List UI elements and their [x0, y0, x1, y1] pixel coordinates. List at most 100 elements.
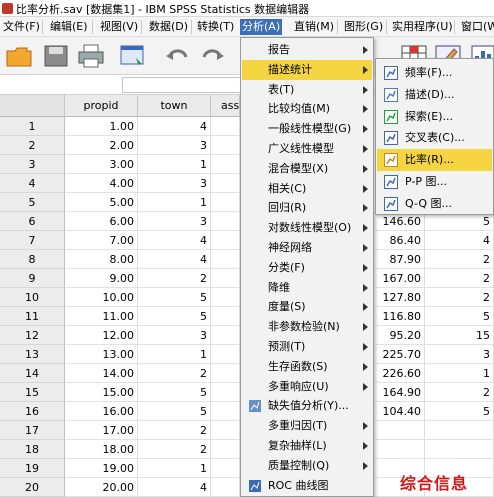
menu-data[interactable]: 数据(D)	[147, 19, 190, 35]
descriptive-submenu-item[interactable]: P-P 图...	[377, 171, 492, 193]
cell-ass[interactable]	[211, 136, 240, 155]
cell-right-a[interactable]: 164.90	[375, 383, 425, 402]
cell-right-b[interactable]: 2	[425, 250, 494, 269]
save-icon[interactable]	[42, 43, 70, 69]
analyze-menu-item[interactable]: 比较均值(M)	[242, 99, 372, 119]
cell-propid[interactable]: 9.00	[65, 269, 138, 288]
cell-propid[interactable]: 7.00	[65, 231, 138, 250]
undo-icon[interactable]	[164, 43, 192, 69]
cell-ass[interactable]	[211, 440, 240, 459]
cell-town[interactable]: 1	[138, 345, 211, 364]
row-header[interactable]: 19	[0, 459, 65, 478]
row-header[interactable]: 8	[0, 250, 65, 269]
analyze-menu-item[interactable]: 相关(C)	[242, 179, 372, 199]
menu-transform[interactable]: 转换(T)	[195, 19, 236, 35]
cell-town[interactable]: 3	[138, 136, 211, 155]
analyze-menu-item[interactable]: 分类(F)	[242, 258, 372, 278]
cell-town[interactable]: 5	[138, 383, 211, 402]
cell-propid[interactable]: 15.00	[65, 383, 138, 402]
analyze-menu-item[interactable]: 复杂抽样(L)	[242, 436, 372, 456]
cell-town[interactable]: 1	[138, 193, 211, 212]
cell-right-a[interactable]: 86.40	[375, 231, 425, 250]
cell-ass[interactable]	[211, 478, 240, 497]
cell-right-a[interactable]	[375, 440, 425, 459]
cell-right-b[interactable]: 1	[425, 364, 494, 383]
cell-right-b[interactable]: 2	[425, 269, 494, 288]
descriptive-submenu-item[interactable]: 描述(D)...	[377, 84, 492, 106]
cell-town[interactable]: 5	[138, 307, 211, 326]
cell-propid[interactable]: 17.00	[65, 421, 138, 440]
cell-right-b[interactable]: 2	[425, 288, 494, 307]
cell-ass[interactable]	[211, 193, 240, 212]
cell-town[interactable]: 2	[138, 421, 211, 440]
menu-window[interactable]: 窗口(W)	[459, 19, 494, 35]
row-header[interactable]: 18	[0, 440, 65, 459]
row-header[interactable]: 11	[0, 307, 65, 326]
cell-propid[interactable]: 16.00	[65, 402, 138, 421]
row-header[interactable]: 20	[0, 478, 65, 497]
cell-ass[interactable]	[211, 250, 240, 269]
cell-town[interactable]: 2	[138, 440, 211, 459]
analyze-menu-item[interactable]: 混合模型(X)	[242, 159, 372, 179]
cell-right-a[interactable]: 116.80	[375, 307, 425, 326]
cell-propid[interactable]: 2.00	[65, 136, 138, 155]
print-icon[interactable]	[77, 43, 105, 69]
menu-edit[interactable]: 编辑(E)	[48, 19, 90, 35]
analyze-menu-item[interactable]: 缺失值分析(Y)...	[242, 396, 372, 416]
cell-town[interactable]: 2	[138, 364, 211, 383]
descriptive-submenu-item[interactable]: 探索(E)...	[377, 106, 492, 128]
cell-propid[interactable]: 3.00	[65, 155, 138, 174]
row-header[interactable]: 2	[0, 136, 65, 155]
row-header[interactable]: 13	[0, 345, 65, 364]
row-header[interactable]: 5	[0, 193, 65, 212]
cell-right-a[interactable]: 95.20	[375, 326, 425, 345]
analyze-menu-item[interactable]: 描述统计	[242, 59, 372, 80]
cell-ass[interactable]	[211, 269, 240, 288]
cell-town[interactable]: 3	[138, 174, 211, 193]
analyze-menu-item[interactable]: 生存函数(S)	[242, 357, 372, 377]
cell-right-b[interactable]: 5	[425, 402, 494, 421]
descriptive-submenu-item[interactable]: 交叉表(C)...	[377, 127, 492, 149]
row-header[interactable]: 17	[0, 421, 65, 440]
analyze-menu-item[interactable]: 非参数检验(N)	[242, 317, 372, 337]
row-header[interactable]: 12	[0, 326, 65, 345]
cell-right-a[interactable]: 87.90	[375, 250, 425, 269]
cell-right-b[interactable]	[425, 440, 494, 459]
analyze-menu-item[interactable]: 表(T)	[242, 80, 372, 100]
cell-value-input[interactable]	[122, 77, 242, 93]
menu-view[interactable]: 视图(V)	[98, 19, 140, 35]
menu-utilities[interactable]: 实用程序(U)	[390, 19, 455, 35]
menu-direct-marketing[interactable]: 直销(M)	[292, 19, 336, 35]
cell-propid[interactable]: 20.00	[65, 478, 138, 497]
cell-right-b[interactable]	[425, 421, 494, 440]
cell-propid[interactable]: 12.00	[65, 326, 138, 345]
cell-right-b[interactable]: 4	[425, 231, 494, 250]
cell-town[interactable]: 4	[138, 231, 211, 250]
row-header[interactable]: 10	[0, 288, 65, 307]
open-folder-icon[interactable]	[5, 43, 33, 69]
cell-propid[interactable]: 18.00	[65, 440, 138, 459]
cell-ass[interactable]	[211, 231, 240, 250]
cell-propid[interactable]: 19.00	[65, 459, 138, 478]
dialog-recall-icon[interactable]	[118, 43, 146, 69]
analyze-menu-item[interactable]: 报告	[242, 40, 372, 60]
cell-right-a[interactable]: 226.60	[375, 364, 425, 383]
cell-ass[interactable]	[211, 345, 240, 364]
analyze-menu-item[interactable]: 对数线性模型(O)	[242, 218, 372, 238]
analyze-menu-item[interactable]: 多重响应(U)	[242, 377, 372, 397]
cell-propid[interactable]: 14.00	[65, 364, 138, 383]
cell-propid[interactable]: 13.00	[65, 345, 138, 364]
menu-graphs[interactable]: 图形(G)	[342, 19, 385, 35]
cell-propid[interactable]: 1.00	[65, 117, 138, 136]
cell-right-a[interactable]	[375, 421, 425, 440]
row-header[interactable]: 3	[0, 155, 65, 174]
cell-ass[interactable]	[211, 288, 240, 307]
analyze-menu-item[interactable]: 度量(S)	[242, 297, 372, 317]
cell-town[interactable]: 4	[138, 117, 211, 136]
descriptive-submenu-item[interactable]: 频率(F)...	[377, 62, 492, 84]
cell-right-a[interactable]: 225.70	[375, 345, 425, 364]
analyze-menu-item[interactable]: 预测(T)	[242, 337, 372, 357]
cell-propid[interactable]: 10.00	[65, 288, 138, 307]
descriptive-submenu-item[interactable]: 比率(R)...	[377, 149, 492, 172]
cell-town[interactable]: 1	[138, 155, 211, 174]
